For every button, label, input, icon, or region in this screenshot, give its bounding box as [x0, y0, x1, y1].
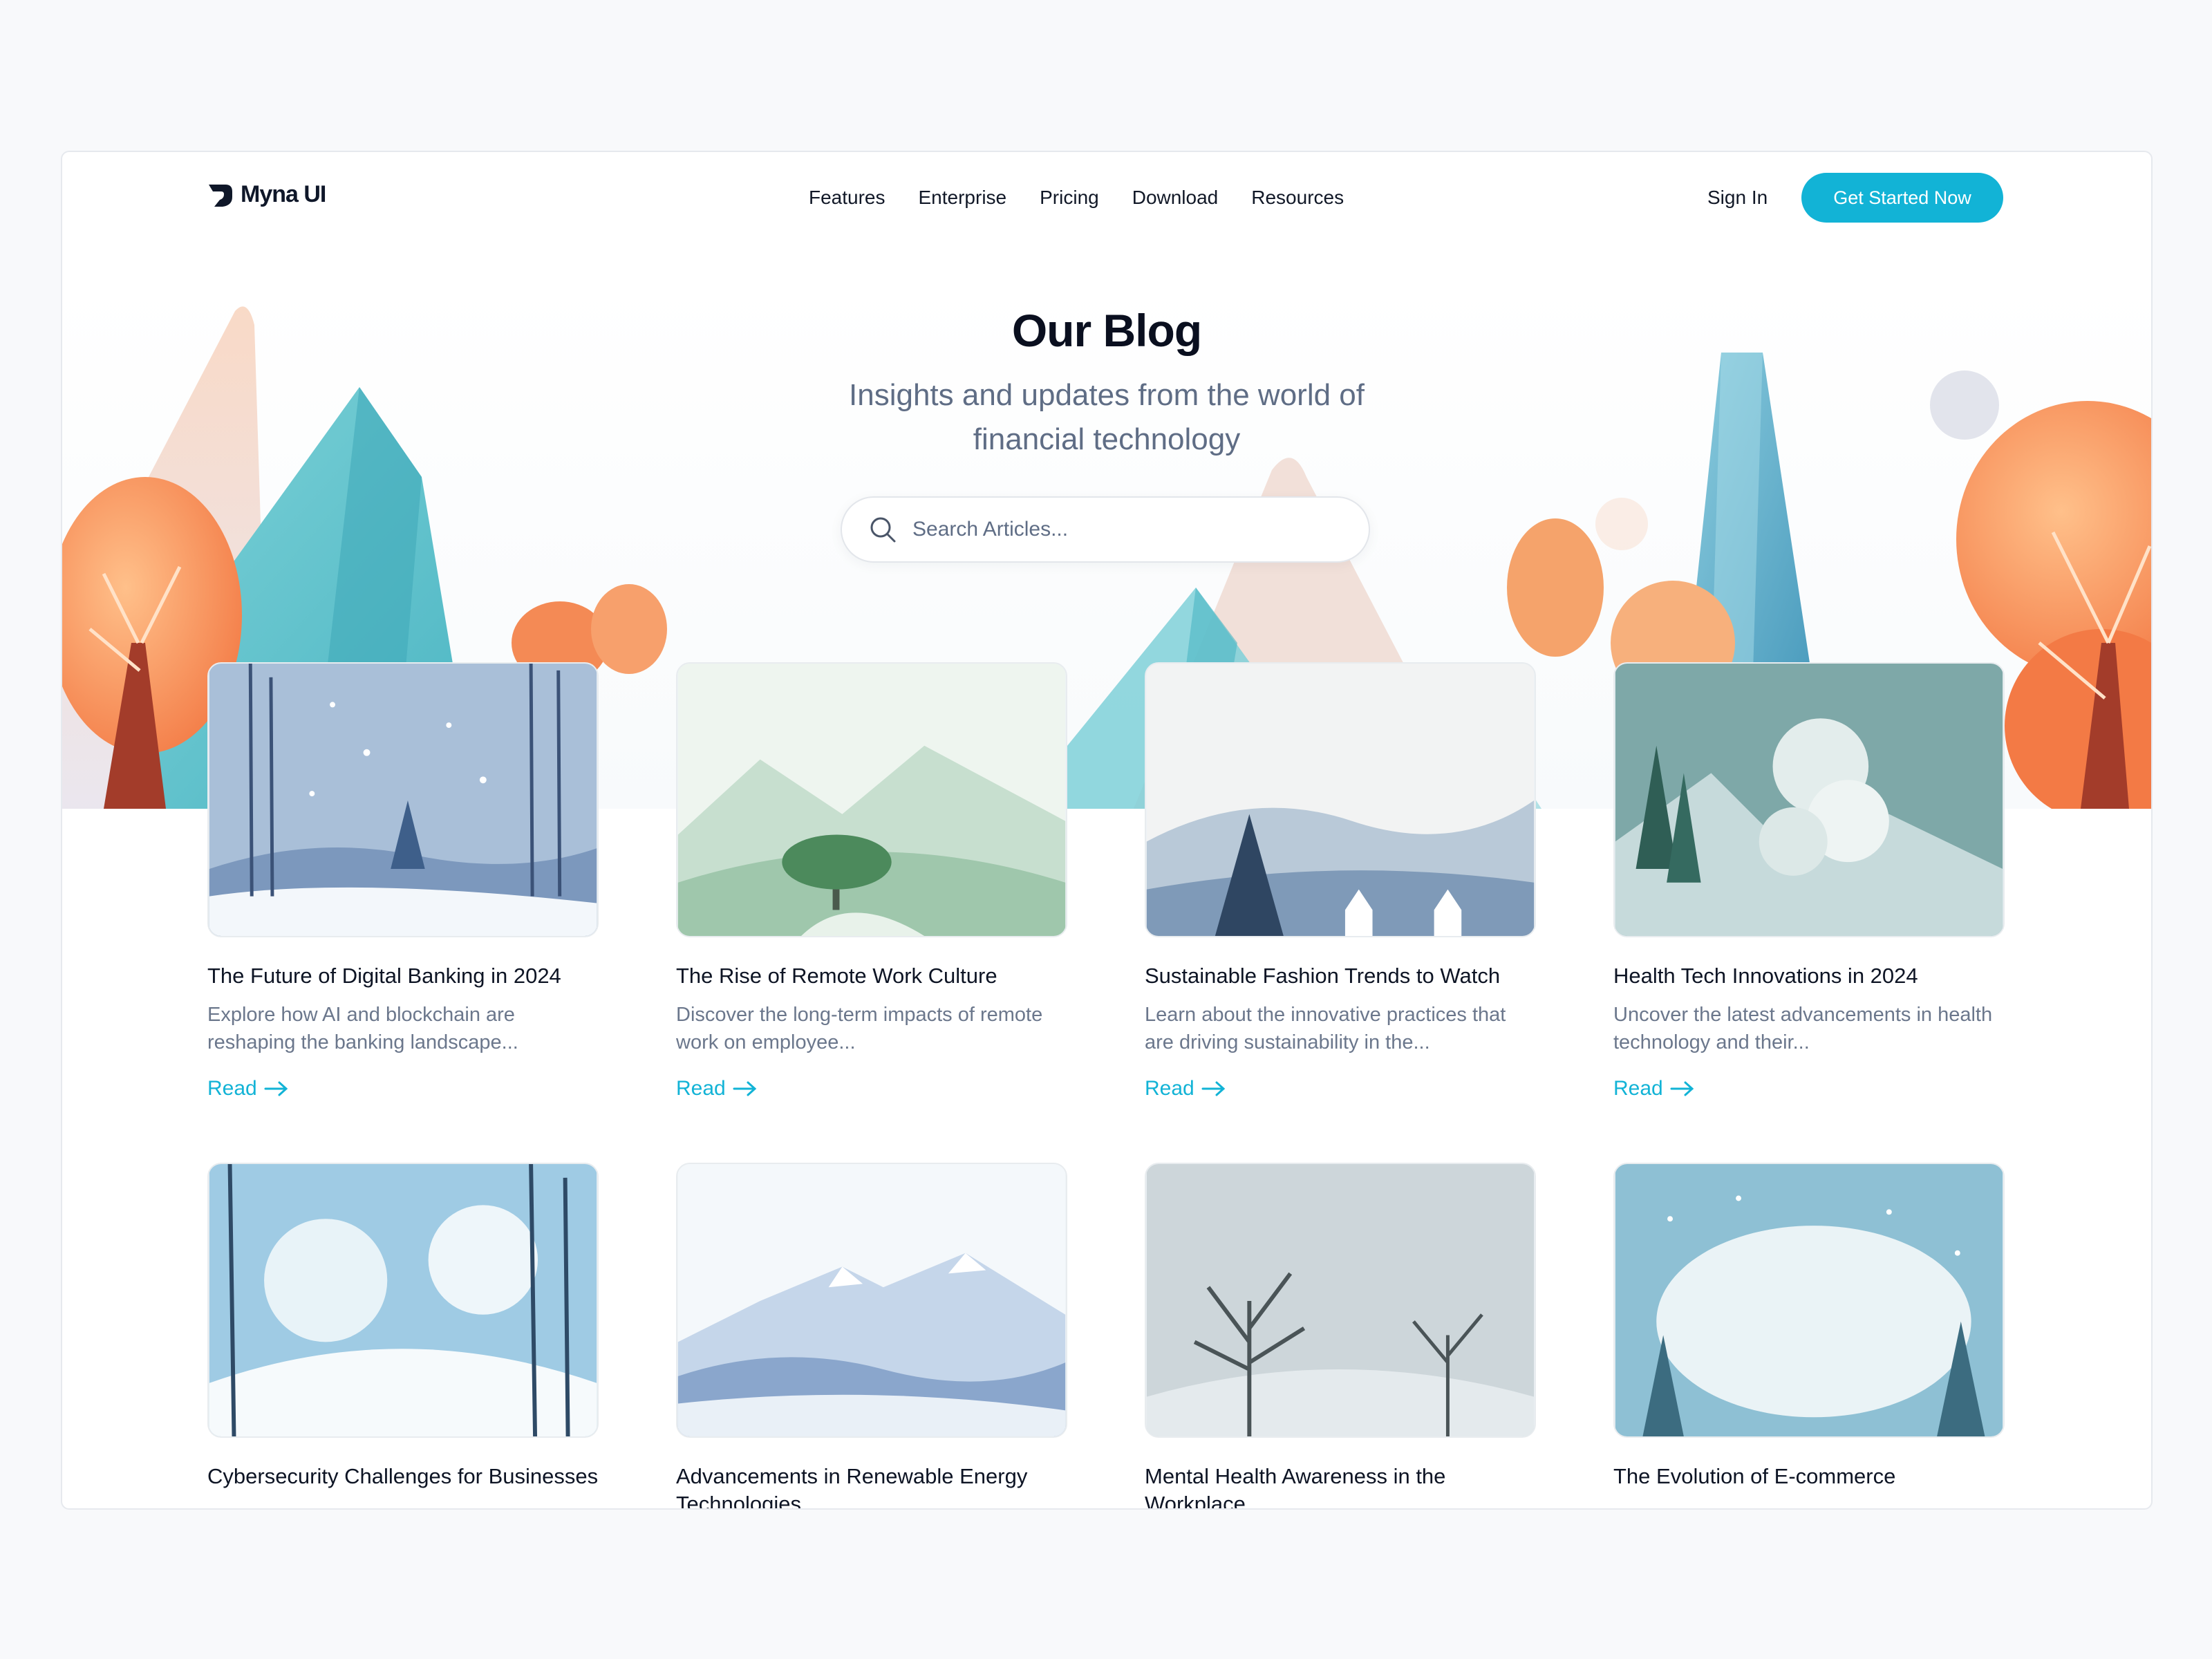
arrow-right-icon — [1201, 1081, 1225, 1096]
swirling-clouds-illustration — [1615, 664, 2003, 936]
card-title[interactable]: Cybersecurity Challenges for Businesses — [207, 1463, 599, 1490]
blog-card: Health Tech Innovations in 2024 Uncover … — [1613, 662, 2005, 1100]
card-title[interactable]: Sustainable Fashion Trends to Watch — [1145, 962, 1536, 990]
blog-card: The Rise of Remote Work Culture Discover… — [676, 662, 1067, 1100]
snowfall-illustration — [1615, 1164, 2003, 1436]
card-title[interactable]: Mental Health Awareness in the Workplace — [1145, 1463, 1536, 1508]
snowy-mountains-illustration — [677, 1164, 1066, 1436]
read-link[interactable]: Read — [676, 1077, 1067, 1100]
nav-link-enterprise[interactable]: Enterprise — [919, 187, 1007, 209]
read-label: Read — [676, 1077, 726, 1100]
read-label: Read — [1145, 1077, 1194, 1100]
card-title[interactable]: The Evolution of E-commerce — [1613, 1463, 2005, 1490]
blog-card: The Future of Digital Banking in 2024 Ex… — [207, 662, 599, 1100]
brand-name: Myna UI — [241, 181, 326, 207]
arrow-right-icon — [264, 1081, 288, 1096]
card-excerpt: Explore how AI and blockchain are reshap… — [207, 1004, 518, 1053]
arrow-right-icon — [733, 1081, 756, 1096]
card-excerpt: Uncover the latest advancements in healt… — [1613, 1004, 1993, 1053]
search-bar[interactable] — [841, 496, 1370, 563]
read-label: Read — [207, 1077, 257, 1100]
misty-tree-illustration — [677, 664, 1066, 936]
winter-village-illustration — [1146, 664, 1535, 936]
card-thumbnail[interactable] — [207, 1163, 599, 1438]
sign-in-link[interactable]: Sign In — [1707, 187, 1768, 209]
page-title: Our Blog — [1011, 305, 1202, 356]
browser-frame: Myna UI Features Enterprise Pricing Down… — [61, 151, 2153, 1510]
card-thumbnail[interactable] — [1145, 1163, 1536, 1438]
nav-link-features[interactable]: Features — [809, 187, 885, 209]
blog-card: Mental Health Awareness in the Workplace — [1145, 1163, 1536, 1508]
logo-mark-icon — [209, 184, 232, 207]
page-subtitle: Insights and updates from the world of f… — [849, 378, 1365, 456]
top-nav: Myna UI Features Enterprise Pricing Down… — [62, 152, 2151, 242]
nav-link-pricing[interactable]: Pricing — [1040, 187, 1099, 209]
nav-links: Features Enterprise Pricing Download Res… — [809, 187, 1344, 209]
card-title[interactable]: Advancements in Renewable Energy Technol… — [676, 1463, 1067, 1508]
read-link[interactable]: Read — [207, 1077, 599, 1100]
search-icon — [870, 517, 896, 543]
blog-card: Advancements in Renewable Energy Technol… — [676, 1163, 1067, 1508]
card-thumbnail[interactable] — [1145, 662, 1536, 937]
card-title[interactable]: The Rise of Remote Work Culture — [676, 962, 1067, 990]
card-title[interactable]: The Future of Digital Banking in 2024 — [207, 962, 599, 990]
snowy-forest-illustration — [209, 664, 597, 936]
nav-link-resources[interactable]: Resources — [1251, 187, 1344, 209]
card-thumbnail[interactable] — [207, 662, 599, 937]
card-thumbnail[interactable] — [676, 1163, 1067, 1438]
card-thumbnail[interactable] — [1613, 1163, 2005, 1438]
read-label: Read — [1613, 1077, 1663, 1100]
blog-card: Sustainable Fashion Trends to Watch Lear… — [1145, 662, 1536, 1100]
blog-card: Cybersecurity Challenges for Businesses — [207, 1163, 599, 1490]
hero-section: Our Blog Insights and updates from the w… — [62, 304, 2151, 462]
card-excerpt: Learn about the innovative practices tha… — [1145, 1004, 1506, 1053]
card-title[interactable]: Health Tech Innovations in 2024 — [1613, 962, 2005, 990]
card-excerpt: Discover the long-term impacts of remote… — [676, 1004, 1043, 1053]
blog-card: The Evolution of E-commerce — [1613, 1163, 2005, 1490]
arrow-right-icon — [1670, 1081, 1694, 1096]
bare-trees-illustration — [1146, 1164, 1535, 1436]
nav-link-download[interactable]: Download — [1132, 187, 1219, 209]
get-started-button[interactable]: Get Started Now — [1801, 173, 2003, 223]
card-thumbnail[interactable] — [1613, 662, 2005, 937]
card-thumbnail[interactable] — [676, 662, 1067, 937]
read-link[interactable]: Read — [1145, 1077, 1536, 1100]
snowy-trees-illustration — [209, 1164, 597, 1436]
read-link[interactable]: Read — [1613, 1077, 2005, 1100]
search-input[interactable] — [911, 517, 1329, 542]
brand-logo[interactable]: Myna UI — [207, 181, 326, 208]
